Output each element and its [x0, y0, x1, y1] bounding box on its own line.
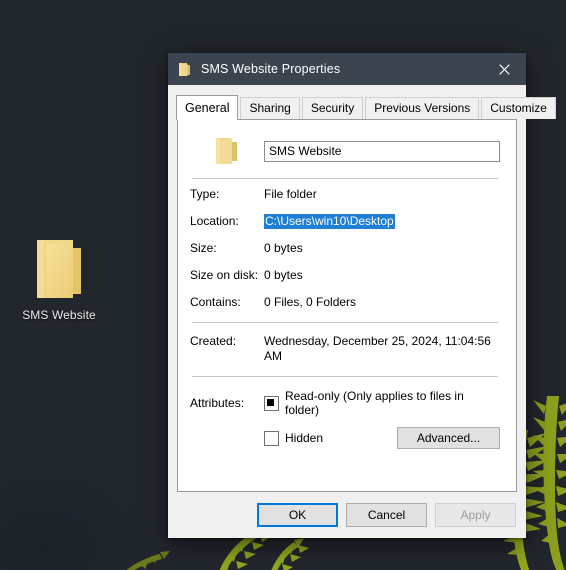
attributes-block: Attributes: Read-only (Only applies to f… — [190, 377, 500, 449]
property-value-type: File folder — [264, 187, 317, 201]
ok-button[interactable]: OK — [257, 503, 338, 527]
attribute-row-readonly: Attributes: Read-only (Only applies to f… — [190, 389, 500, 417]
apply-button: Apply — [435, 503, 516, 527]
tab-customize[interactable]: Customize — [481, 97, 556, 119]
property-row-location: Location: C:\Users\win10\Desktop — [190, 214, 500, 229]
property-value-created: Wednesday, December 25, 2024, 11:04:56 A… — [264, 334, 491, 363]
folder-icon — [14, 236, 104, 302]
close-icon[interactable] — [482, 53, 526, 85]
folder-name-row — [190, 134, 500, 168]
desktop[interactable]: SMS Website SMS Website Properties Gener… — [0, 0, 566, 570]
property-row-created: Created: Wednesday, December 25, 2024, 1… — [190, 334, 500, 364]
tab-previous-versions[interactable]: Previous Versions — [365, 97, 480, 119]
tab-general[interactable]: General — [176, 95, 239, 120]
readonly-checkbox[interactable] — [264, 395, 279, 411]
tab-general-label: General — [185, 101, 230, 115]
property-row-contains: Contains: 0 Files, 0 Folders — [190, 295, 500, 310]
property-value-contains: 0 Files, 0 Folders — [264, 295, 357, 309]
tab-sharing-label: Sharing — [249, 101, 291, 115]
property-row-size: Size: 0 bytes — [190, 241, 500, 256]
properties-list: Type: File folder Location: C:\Users\win… — [190, 179, 500, 310]
attributes-label: Attributes: — [190, 396, 245, 410]
tab-previous-versions-label: Previous Versions — [374, 101, 471, 115]
hidden-label: Hidden — [285, 431, 324, 445]
tab-customize-label: Customize — [490, 101, 547, 115]
property-value-location[interactable]: C:\Users\win10\Desktop — [264, 214, 395, 229]
folder-icon — [190, 136, 264, 166]
desktop-icon-sms-website[interactable]: SMS Website — [14, 236, 104, 322]
cancel-button[interactable]: Cancel — [346, 503, 427, 527]
property-label-type: Type: — [190, 187, 220, 201]
tab-strip: General Sharing Security Previous Versio… — [168, 85, 556, 120]
desktop-icon-label: SMS Website — [22, 308, 96, 322]
property-label-contains: Contains: — [190, 295, 241, 309]
property-label-size: Size: — [190, 241, 217, 255]
tab-sharing[interactable]: Sharing — [240, 97, 300, 119]
properties-dialog: SMS Website Properties General Sharing S… — [168, 53, 556, 538]
created-block: Created: Wednesday, December 25, 2024, 1… — [190, 323, 500, 364]
dialog-footer: OK Cancel Apply — [168, 492, 526, 538]
tab-panel-general: Type: File folder Location: C:\Users\win… — [177, 119, 517, 492]
advanced-button-wrapper: Advanced... — [397, 427, 500, 449]
property-label-created: Created: — [190, 334, 237, 348]
hidden-checkbox[interactable] — [264, 430, 279, 446]
dialog-titlebar[interactable]: SMS Website Properties — [168, 53, 526, 85]
property-label-size-on-disk: Size on disk: — [190, 268, 259, 282]
readonly-label: Read-only (Only applies to files in fold… — [285, 389, 464, 417]
tab-security[interactable]: Security — [301, 97, 364, 119]
property-row-size-on-disk: Size on disk: 0 bytes — [190, 268, 500, 283]
folder-icon — [178, 62, 192, 77]
advanced-button[interactable]: Advanced... — [397, 427, 500, 449]
attribute-row-hidden: Hidden Advanced... — [190, 427, 500, 449]
tab-security-label: Security — [310, 101, 355, 115]
dialog-title: SMS Website Properties — [201, 62, 341, 76]
property-row-type: Type: File folder — [190, 187, 500, 202]
property-label-location: Location: — [190, 214, 239, 228]
property-value-size: 0 bytes — [264, 241, 303, 255]
property-value-size-on-disk: 0 bytes — [264, 268, 303, 282]
folder-name-input[interactable] — [264, 140, 500, 162]
